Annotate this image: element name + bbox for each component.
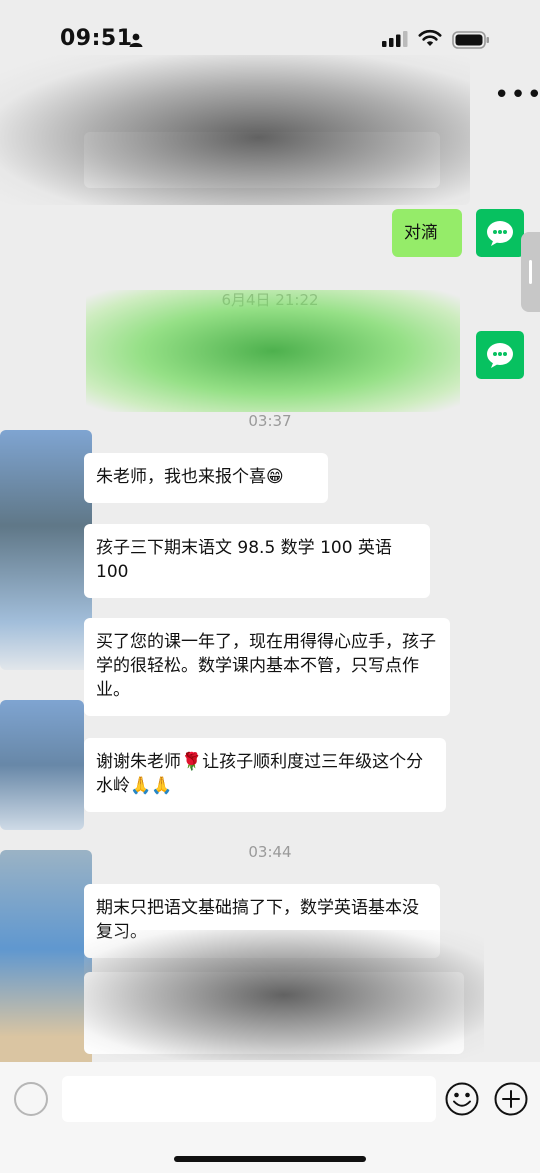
wechat-avatar-icon	[487, 343, 513, 368]
message-text: 买了您的课一年了，现在用得得心应手，孩子学的很轻松。数学课内基本不管，只写点作业…	[96, 632, 436, 700]
message-bubble-other[interactable]: 买了您的课一年了，现在用得得心应手，孩子学的很轻松。数学课内基本不管，只写点作业…	[84, 618, 450, 716]
redacted-avatar	[0, 430, 92, 670]
message-bubble-mine[interactable]: 对滴	[392, 209, 462, 257]
my-avatar[interactable]	[476, 209, 524, 257]
my-avatar[interactable]	[476, 331, 524, 379]
message-bubble-other[interactable]: 孩子三下期末语文 98.5 数学 100 英语 100	[84, 524, 430, 598]
voice-icon[interactable]	[14, 1082, 48, 1116]
message-input[interactable]	[62, 1076, 436, 1122]
message-text: 对滴	[404, 223, 438, 243]
wechat-avatar-icon	[487, 221, 513, 246]
plus-icon[interactable]	[494, 1082, 528, 1116]
message-text: 孩子三下期末语文 98.5 数学 100 英语 100	[96, 538, 392, 582]
redaction-scribble	[84, 930, 484, 1060]
message-bubble-other[interactable]: 谢谢朱老师🌹让孩子顺利度过三年级这个分水岭🙏🙏	[84, 738, 446, 812]
timestamp: 03:37	[248, 412, 292, 430]
timestamp: 03:44	[248, 843, 292, 861]
redacted-avatar	[0, 850, 92, 1070]
more-icon[interactable]: •••	[494, 82, 540, 108]
battery-icon	[452, 31, 489, 49]
redaction-scribble	[0, 55, 470, 205]
wifi-icon	[418, 29, 442, 46]
redacted-avatar	[0, 700, 84, 830]
home-indicator	[174, 1156, 366, 1162]
emoji-icon[interactable]	[445, 1082, 479, 1116]
status-time: 09:51	[60, 26, 133, 51]
message-text: 谢谢朱老师🌹让孩子顺利度过三年级这个分水岭🙏🙏	[96, 752, 424, 796]
signal-icon	[382, 31, 408, 47]
redaction-scribble-green	[86, 290, 460, 412]
message-text: 朱老师，我也来报个喜😁	[96, 467, 284, 487]
message-bubble-other[interactable]: 朱老师，我也来报个喜😁	[84, 453, 328, 503]
person-icon	[129, 33, 143, 47]
